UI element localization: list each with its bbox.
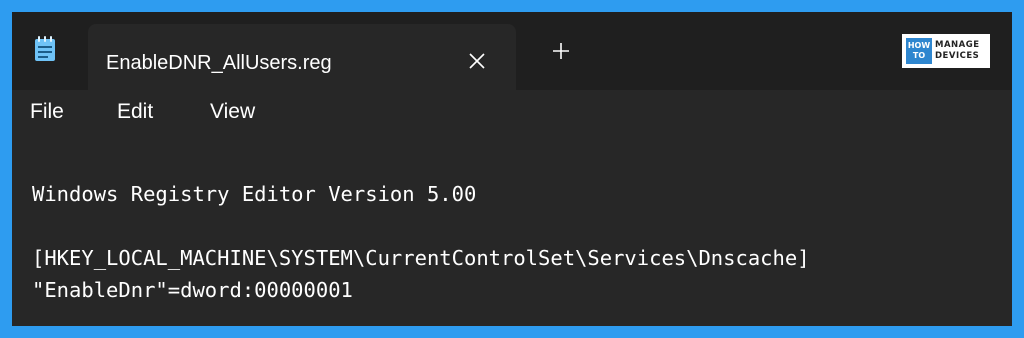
notepad-window: EnableDNR_AllUsers.reg HOW TO MANAGE DEV… [12,12,1012,326]
logo-right-bottom: DEVICES [935,51,980,61]
editor-line-1: Windows Registry Editor Version 5.00 [32,182,477,206]
how-to-manage-devices-logo: HOW TO MANAGE DEVICES [902,34,990,68]
editor-line-3: [HKEY_LOCAL_MACHINE\SYSTEM\CurrentContro… [32,246,810,270]
logo-left-block: HOW TO [906,38,932,64]
tab-enable-dnr[interactable]: EnableDNR_AllUsers.reg [88,24,516,94]
menu-view[interactable]: View [206,98,259,126]
editor-line-4: "EnableDnr"=dword:00000001 [32,278,353,302]
plus-icon[interactable] [548,38,574,64]
menu-bar: File Edit View [12,90,1012,138]
tab-title: EnableDNR_AllUsers.reg [106,52,332,74]
notepad-icon [34,36,56,62]
menu-edit[interactable]: Edit [113,98,157,126]
close-icon[interactable] [464,48,490,74]
menu-file[interactable]: File [26,98,68,126]
logo-left-top: HOW [907,41,931,50]
text-editor[interactable]: Windows Registry Editor Version 5.00 [HK… [12,138,1012,326]
logo-right-top: MANAGE [935,40,980,50]
logo-right-block: MANAGE DEVICES [935,40,980,62]
title-bar: EnableDNR_AllUsers.reg HOW TO MANAGE DEV… [12,12,1012,94]
logo-left-bottom: TO [912,51,926,60]
